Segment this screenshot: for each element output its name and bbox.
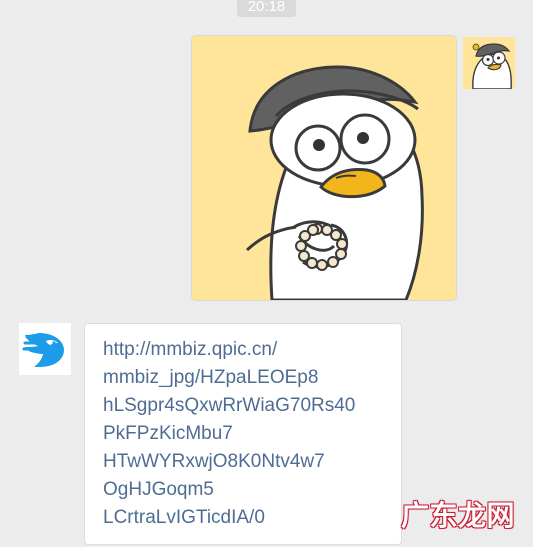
link-line-5: HTwWYRxwjO8K0Ntv4w7: [103, 451, 325, 472]
link-line-2: mmbiz_jpg/HZpaLEOEp8: [103, 367, 319, 388]
link-line-4: PkFPzKicMbu7: [103, 423, 233, 444]
blue-logo-icon: [19, 323, 71, 375]
link-message[interactable]: http://mmbiz.qpic.cn/ mmbiz_jpg/HZpaLEOE…: [84, 323, 402, 545]
link-line-3: hLSgpr4sQxwRrWiaG70Rs40: [103, 395, 356, 416]
link-line-7: LCrtraLvIGTicdIA/0: [103, 507, 265, 528]
blue-logo-avatar[interactable]: [19, 323, 71, 375]
timestamp: 20:18: [237, 0, 296, 17]
message-link[interactable]: http://mmbiz.qpic.cn/ mmbiz_jpg/HZpaLEOE…: [103, 336, 384, 532]
watermark: 广东龙网: [400, 499, 515, 532]
duck-avatar[interactable]: [463, 37, 515, 89]
link-line-1: http://mmbiz.qpic.cn/: [103, 339, 278, 360]
duck-avatar-icon: [463, 37, 515, 89]
duck-sticker-icon: [192, 36, 456, 300]
link-line-6: OgHJGoqm5: [103, 479, 214, 500]
sticker-message[interactable]: [192, 36, 456, 300]
